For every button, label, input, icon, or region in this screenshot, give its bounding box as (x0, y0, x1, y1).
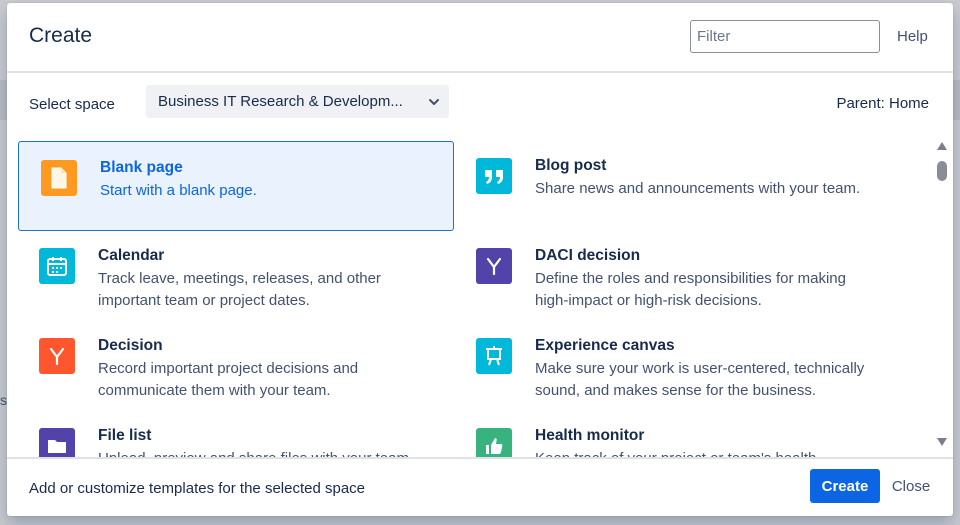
calendar-icon (39, 248, 75, 284)
template-experience-canvas[interactable]: Experience canvas Make sure your work is… (455, 321, 891, 411)
filter-input[interactable] (690, 20, 880, 53)
template-description: Record important project decisions and c… (98, 360, 359, 399)
template-description: Share news and announcements with your t… (535, 180, 861, 197)
template-description: Define the roles and responsibilities fo… (535, 270, 846, 309)
template-name: DACI decision (535, 247, 641, 264)
dialog-title: Create (29, 24, 93, 47)
template-list: Blank page Start with a blank page. Blog… (7, 133, 953, 457)
folder-icon (39, 428, 75, 457)
create-dialog: Create Help Select space Business IT Res… (7, 3, 953, 516)
scroll-up-arrow-icon[interactable] (937, 142, 947, 150)
customize-templates-link[interactable]: Add or customize templates for the selec… (29, 480, 365, 497)
template-name: Decision (98, 337, 163, 354)
space-dropdown[interactable]: Business IT Research & Developm... (146, 85, 449, 118)
scroll-down-arrow-icon[interactable] (937, 438, 947, 446)
template-description: Make sure your work is user-centered, te… (535, 360, 865, 399)
template-name: File list (98, 427, 152, 444)
template-description: Upload, preview and share files with you… (98, 448, 438, 457)
template-name: Health monitor (535, 427, 645, 444)
template-name: Blog post (535, 157, 607, 174)
template-description: Start with a blank page. (100, 182, 257, 199)
close-button[interactable]: Close (883, 469, 939, 503)
template-blank-page[interactable]: Blank page Start with a blank page. (18, 141, 454, 231)
template-calendar[interactable]: Calendar Track leave, meetings, releases… (18, 231, 454, 321)
template-name: Blank page (100, 159, 183, 176)
template-file-list[interactable]: File list Upload, preview and share file… (18, 411, 454, 457)
template-name: Experience canvas (535, 337, 675, 354)
template-name: Calendar (98, 247, 165, 264)
space-dropdown-value: Business IT Research & Developm... (158, 93, 403, 110)
template-daci-decision[interactable]: DACI decision Define the roles and respo… (455, 231, 891, 321)
canvas-easel-icon (476, 338, 512, 374)
template-blog-post[interactable]: Blog post Share news and announcements w… (455, 141, 891, 231)
dialog-footer: Add or customize templates for the selec… (7, 459, 953, 516)
template-list-scrollbar[interactable] (934, 139, 950, 451)
template-decision[interactable]: Decision Record important project decisi… (18, 321, 454, 411)
decision-branch-icon (39, 338, 75, 374)
quote-icon (476, 158, 512, 194)
space-selector-row: Select space Business IT Research & Deve… (7, 73, 953, 133)
help-link[interactable]: Help (897, 28, 928, 45)
background-text-fragment: s (0, 392, 7, 408)
thumbs-up-icon (476, 428, 512, 457)
scroll-thumb[interactable] (937, 161, 947, 181)
decision-branch-icon (476, 248, 512, 284)
template-health-monitor[interactable]: Health monitor Keep track of your projec… (455, 411, 891, 457)
template-description: Track leave, meetings, releases, and oth… (98, 270, 381, 309)
select-space-label: Select space (29, 96, 115, 113)
dialog-header: Create Help (7, 3, 953, 72)
parent-page-label[interactable]: Parent: Home (836, 95, 929, 112)
create-button[interactable]: Create (810, 469, 880, 503)
blank-page-icon (41, 160, 77, 196)
chevron-down-icon (429, 99, 439, 105)
template-description: Keep track of your project or team's hea… (535, 448, 875, 457)
